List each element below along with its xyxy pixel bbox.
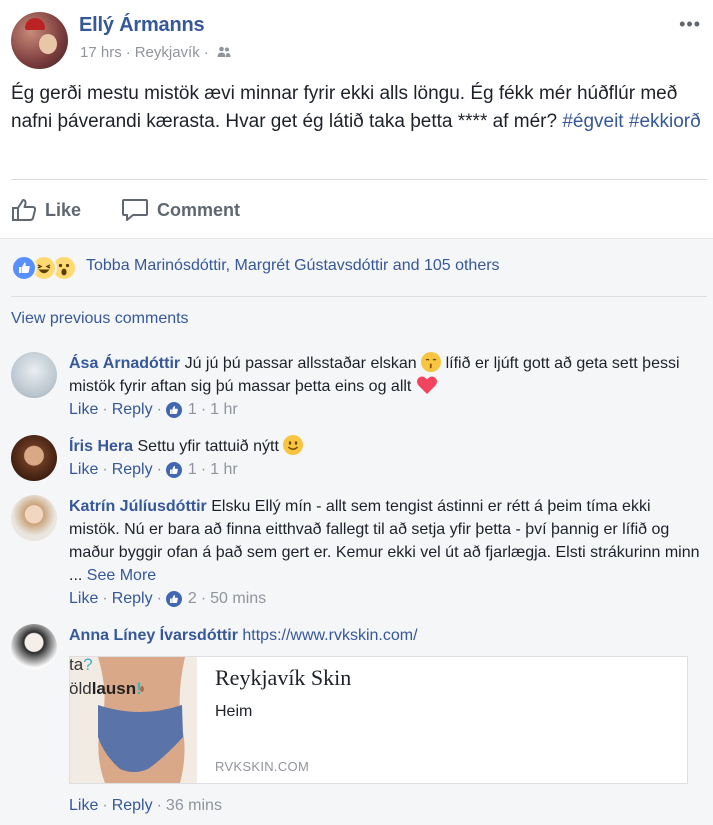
- comment-label: Comment: [157, 199, 241, 220]
- commenter-avatar[interactable]: [11, 624, 57, 670]
- comment-body: Katrín Júlíusdóttir Elsku Ellý mín - all…: [69, 495, 704, 587]
- comment-time[interactable]: 1 hr: [210, 401, 238, 419]
- reactors-text[interactable]: Tobba Marinósdóttir, Margrét Gústavsdótt…: [86, 257, 500, 275]
- commenter-name[interactable]: Ása Árnadóttir: [69, 355, 180, 372]
- post-time[interactable]: 17 hrs: [80, 44, 122, 61]
- comment-button[interactable]: Comment: [121, 192, 240, 228]
- see-more-link[interactable]: See More: [87, 567, 156, 584]
- link-preview-domain: RVKSKIN.COM: [215, 759, 310, 774]
- image-text-old: öld: [70, 679, 92, 698]
- image-text-question: ?: [83, 657, 93, 674]
- comment-time[interactable]: 50 mins: [210, 590, 266, 608]
- comment-like-link[interactable]: Like: [69, 461, 98, 479]
- hashtag-ekkiord[interactable]: #ekkiorð: [629, 111, 701, 132]
- hashtag-egveit[interactable]: #égveit: [562, 111, 623, 132]
- comment-body: Anna Líney Ívarsdóttir https://www.rvksk…: [69, 624, 704, 647]
- comment-reply-link[interactable]: Reply: [112, 590, 153, 608]
- like-reaction-icon: [11, 255, 37, 281]
- smiling-face-emoji-icon: [283, 435, 304, 455]
- comment-text: Jú jú þú passar allsstaðar elskan: [184, 355, 417, 372]
- post-actions: Like Comment: [11, 192, 701, 228]
- comment-like-link[interactable]: Like: [69, 590, 98, 608]
- post-header: Ellý Ármanns 17 hrs · Reykjavík · •••: [11, 10, 701, 70]
- commenter-name[interactable]: Anna Líney Ívarsdóttir: [69, 627, 238, 644]
- post-location[interactable]: Reykjavík: [135, 44, 200, 61]
- comment-time[interactable]: 36 mins: [166, 797, 222, 815]
- like-count-icon[interactable]: [165, 591, 182, 607]
- commenter-avatar[interactable]: [11, 352, 57, 398]
- friends-icon[interactable]: [217, 46, 231, 58]
- comment-body: Íris Hera Settu yfir tattuið nýtt: [69, 435, 704, 458]
- comment-meta: Like · Reply · 2 · 50 mins: [69, 590, 267, 608]
- more-options-icon[interactable]: •••: [679, 14, 701, 35]
- kissing-face-emoji-icon: [421, 352, 442, 372]
- link-preview-title: Reykjavík Skin: [215, 665, 352, 690]
- comment-reply-link[interactable]: Reply: [112, 401, 153, 419]
- comment-like-count[interactable]: 1: [188, 461, 197, 479]
- like-count-icon[interactable]: [165, 462, 182, 478]
- comment-like-link[interactable]: Like: [69, 401, 98, 419]
- comment-meta: Like · Reply · 36 mins: [69, 797, 222, 815]
- thumbs-up-icon: [12, 199, 37, 221]
- like-count-icon[interactable]: [165, 402, 182, 418]
- link-preview-card[interactable]: ta? öldlausn! Reykjavík Skin Heim RVKSKI…: [69, 656, 688, 784]
- comment-icon: [122, 199, 148, 221]
- red-heart-emoji-icon: [416, 375, 438, 402]
- like-label: Like: [45, 199, 82, 220]
- author-avatar[interactable]: [11, 12, 68, 69]
- divider: [11, 179, 707, 180]
- comment-like-link[interactable]: Like: [69, 797, 98, 815]
- commenter-avatar[interactable]: [11, 495, 57, 541]
- like-button[interactable]: Like: [11, 192, 81, 228]
- commenter-name[interactable]: Íris Hera: [69, 438, 133, 455]
- comment-body: Ása Árnadóttir Jú jú þú passar allsstaða…: [69, 352, 704, 402]
- commenter-avatar[interactable]: [11, 435, 57, 481]
- comment-like-count[interactable]: 1: [188, 401, 197, 419]
- link-preview-image: ta? öldlausn!: [70, 657, 197, 783]
- divider: [11, 296, 707, 297]
- reaction-icons[interactable]: [11, 255, 77, 281]
- comment-meta: Like · Reply · 1 · 1 hr: [69, 461, 238, 479]
- comment-meta: Like · Reply · 1 · 1 hr: [69, 401, 238, 419]
- image-text-ta: ta: [70, 657, 84, 674]
- view-previous-comments-link[interactable]: View previous comments: [11, 310, 189, 328]
- image-text-lausn: lausn: [91, 679, 137, 698]
- image-text-exclaim: !: [136, 679, 142, 698]
- comment-text: Settu yfir tattuið nýtt: [137, 438, 279, 455]
- post-meta: 17 hrs · Reykjavík ·: [80, 44, 231, 61]
- comment-link[interactable]: https://www.rvkskin.com/: [242, 627, 417, 644]
- post-author-name[interactable]: Ellý Ármanns: [79, 14, 205, 37]
- comment-time[interactable]: 1 hr: [210, 461, 238, 479]
- comment-like-count[interactable]: 2: [188, 590, 197, 608]
- comment-reply-link[interactable]: Reply: [112, 461, 153, 479]
- post-text: Ég gerði mestu mistök ævi minnar fyrir e…: [11, 80, 706, 136]
- comment-reply-link[interactable]: Reply: [112, 797, 153, 815]
- link-preview-subtitle: Heim: [215, 703, 253, 720]
- commenter-name[interactable]: Katrín Júlíusdóttir: [69, 498, 207, 515]
